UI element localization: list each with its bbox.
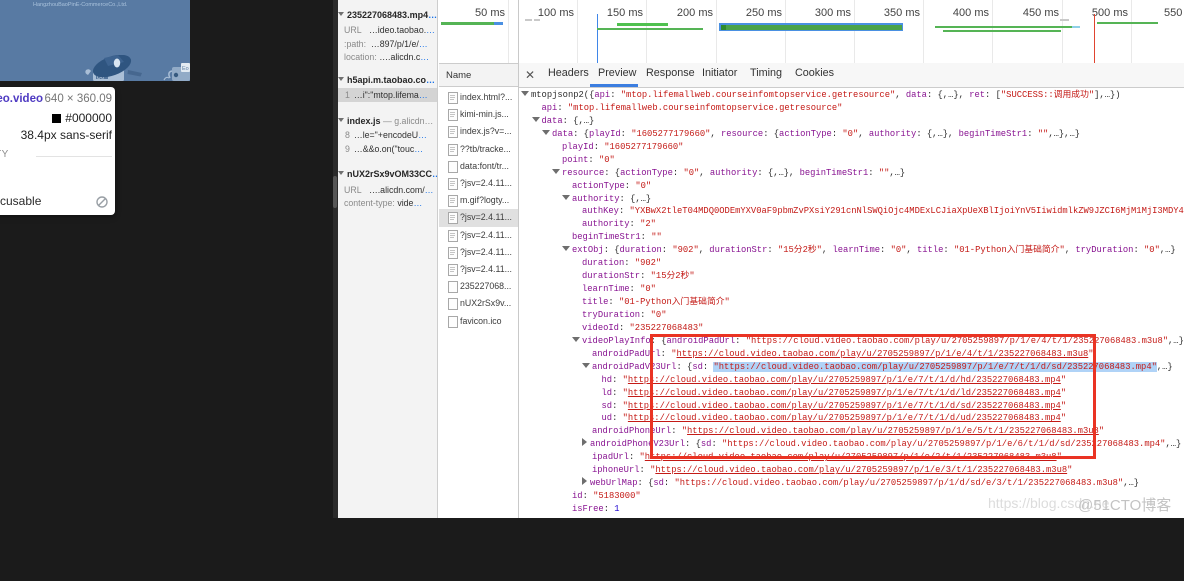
svg-text:Eo: Eo xyxy=(182,66,189,72)
